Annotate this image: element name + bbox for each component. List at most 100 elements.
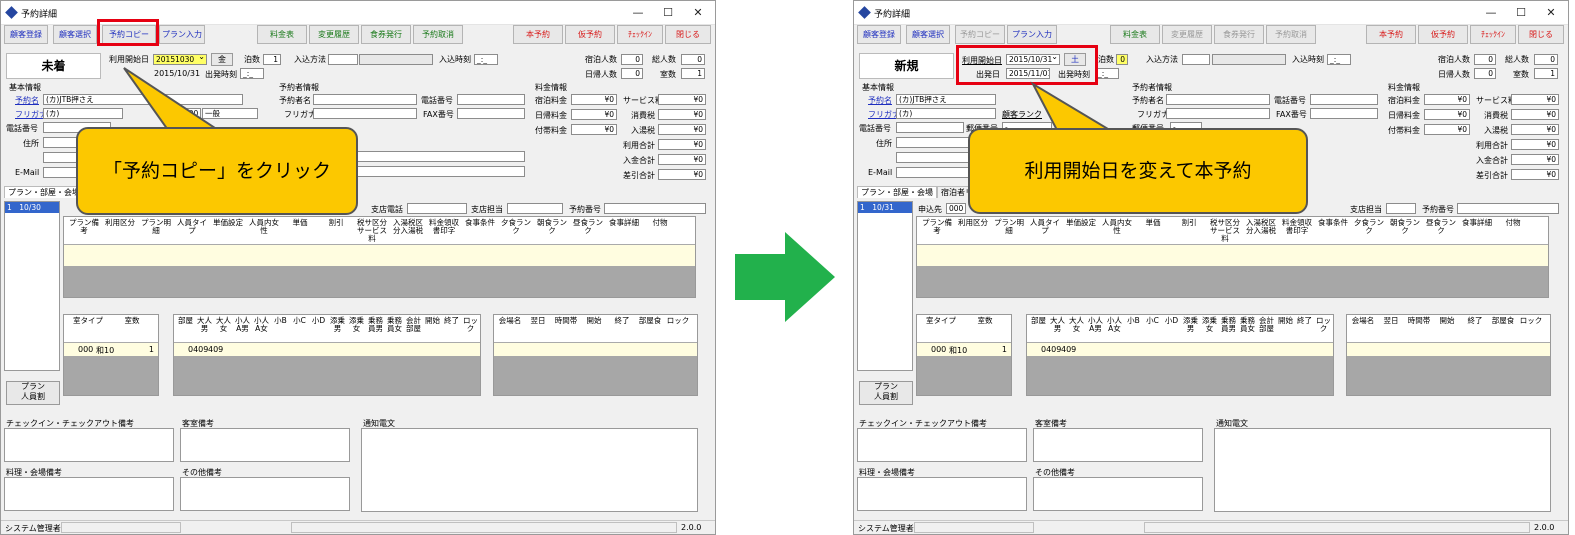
memo-room-field[interactable] [1033,428,1203,462]
checkin-button[interactable]: ﾁｪｯｸｲﾝ [617,25,663,44]
plan-grid[interactable]: プラン備考 利用区分 プラン明細 人員タイプ 単価設定 人員内女性 単価 割引 税サ区分サービス… [63,216,696,298]
reserver-name-field[interactable]: (カ)JTB押さえ [896,94,996,105]
start-date-field[interactable]: 2015/10/31 [1006,54,1060,65]
stay-count-field[interactable]: 0 [621,54,643,65]
reserver-furigana-field[interactable] [313,108,417,119]
room-count-field[interactable]: 1 [681,68,705,79]
venue-grid-row[interactable] [494,343,697,356]
branch-staff-field[interactable] [507,203,563,214]
date-list-item[interactable]: 1 10/31 [858,202,912,213]
reserver-name-link[interactable]: 予約名 [868,95,892,106]
customer-register-button[interactable]: 顧客登録 [857,25,901,44]
tentative-book-button[interactable]: 仮予約 [1418,25,1468,44]
meal-ticket-button[interactable]: 食券発行 [1214,25,1264,44]
price-table-button[interactable]: 料金表 [1110,25,1160,44]
plan-split-button[interactable]: プラン 人員割 [859,381,913,405]
reservation-no-field[interactable] [604,203,706,214]
reservation-copy-button[interactable]: 予約コピー [102,25,156,44]
close-button[interactable]: 閉じる [665,25,711,44]
branch-staff-field[interactable] [1386,203,1416,214]
furigana-field[interactable]: (カ) [896,108,996,119]
fax-field[interactable] [1310,108,1378,119]
day-count-field[interactable]: 0 [1474,68,1496,79]
reserver-name-link[interactable]: 予約名 [15,95,39,106]
weekday-button[interactable]: 金 [211,53,233,66]
memo-food-field[interactable] [857,477,1027,511]
branch-phone-field[interactable] [407,203,467,214]
customer-rank-field[interactable]: 一般 [202,108,258,119]
address-field-2[interactable] [896,152,976,163]
change-history-button[interactable]: 変更履歴 [1162,25,1212,44]
reservation-cancel-button[interactable]: 予約取消 [413,25,463,44]
close-window-button[interactable]: ✕ [1536,4,1566,21]
fax-field[interactable] [457,108,525,119]
weekday-button[interactable]: 土 [1064,53,1086,66]
room-grid-row[interactable]: 0409 409 [174,343,480,356]
date-list-item[interactable]: 1 10/30 [5,202,59,213]
room-type-row[interactable]: 000 和10 1 [64,343,158,356]
entry-method-field[interactable] [1182,54,1210,65]
customer-rank-code[interactable]: 000 [181,108,201,119]
venue-grid[interactable]: 会場名 翌日 時間帯 開始 終了 部屋食 ロック [1346,314,1551,396]
nights-field[interactable]: 1 [263,54,281,65]
minimize-button[interactable]: — [623,4,653,21]
date-list[interactable]: 1 10/31 [857,201,913,371]
reserver-phone-field[interactable] [1310,94,1378,105]
entry-time-field[interactable]: _:_ [1327,54,1351,65]
maximize-button[interactable]: ☐ [1506,4,1536,21]
room-type-grid[interactable]: 室タイプ 室数 000 和10 1 [63,314,159,396]
departure-date-field[interactable]: 2015/10/31 [154,69,200,78]
change-history-button[interactable]: 変更履歴 [309,25,359,44]
reservation-copy-button[interactable]: 予約コピー [955,25,1005,44]
address-field[interactable] [896,137,976,148]
tab-plan-room[interactable]: プラン・部屋・会場 [857,186,937,198]
price-table-button[interactable]: 料金表 [257,25,307,44]
reserver-field[interactable] [1166,94,1270,105]
room-type-row[interactable]: 000 和10 1 [917,343,1011,356]
close-window-button[interactable]: ✕ [683,4,713,21]
reservation-no-field[interactable] [1457,203,1559,214]
memo-checkio-field[interactable] [857,428,1027,462]
room-type-grid[interactable]: 室タイプ 室数 000 和10 1 [916,314,1012,396]
date-list[interactable]: 1 10/30 [4,201,60,371]
checkin-button[interactable]: ﾁｪｯｸｲﾝ [1470,25,1516,44]
furigana-field[interactable]: (カ) [43,108,123,119]
book-button[interactable]: 本予約 [1366,25,1416,44]
entry-method-field[interactable] [328,54,358,65]
memo-notice-field[interactable] [1214,428,1551,512]
phone-field[interactable] [896,122,964,133]
room-count-field[interactable]: 1 [1534,68,1558,79]
room-grid[interactable]: 部屋 大人男 大人女 小人A男 小人A女 小B 小C 小D 添乗男 添乗女 乗務員男 乗務員女 会計部屋… [1026,314,1334,396]
room-grid[interactable]: 部屋 大人男 大人女 小人A男 小人A女 小B 小C 小D 添乗男 添乗女 乗務員男 乗務員女 会計部屋… [173,314,481,396]
memo-room-field[interactable] [180,428,350,462]
entry-time-field[interactable]: _:_ [474,54,498,65]
reserver-field[interactable] [313,94,417,105]
room-grid-row[interactable]: 0409 409 [1027,343,1333,356]
plan-grid[interactable]: プラン備考 利用区分 プラン明細 人員タイプ 単価設定 人員内女性 単価 割引 税サ区分サービス… [916,216,1549,298]
applicant-code[interactable]: 000 [946,203,966,214]
close-button[interactable]: 閉じる [1518,25,1564,44]
email-field[interactable] [896,167,976,178]
customer-select-button[interactable]: 顧客選択 [906,25,950,44]
memo-other-field[interactable] [1033,477,1203,511]
tab-plan-room[interactable]: プラン・部屋・会場 [4,186,84,198]
total-count-field[interactable]: 0 [681,54,705,65]
reserver-furigana-field[interactable] [1166,108,1270,119]
stay-count-field[interactable]: 0 [1474,54,1496,65]
total-count-field[interactable]: 0 [1534,54,1558,65]
nights-field[interactable]: 0 [1116,54,1128,65]
memo-food-field[interactable] [4,477,174,511]
memo-other-field[interactable] [180,477,350,511]
day-count-field[interactable]: 0 [621,68,643,79]
maximize-button[interactable]: ☐ [653,4,683,21]
memo-notice-field[interactable] [361,428,698,512]
departure-date-field[interactable]: 2015/11/01 [1006,68,1050,79]
book-button[interactable]: 本予約 [513,25,563,44]
venue-grid[interactable]: 会場名 翌日 時間帯 開始 終了 部屋食 ロック [493,314,698,396]
start-date-field[interactable]: 20151030 [153,54,207,65]
minimize-button[interactable]: — [1476,4,1506,21]
plan-input-button[interactable]: プラン入力 [159,25,205,44]
departure-time-field[interactable]: _:_ [1095,68,1119,79]
plan-input-button[interactable]: プラン入力 [1007,25,1057,44]
tentative-book-button[interactable]: 仮予約 [565,25,615,44]
